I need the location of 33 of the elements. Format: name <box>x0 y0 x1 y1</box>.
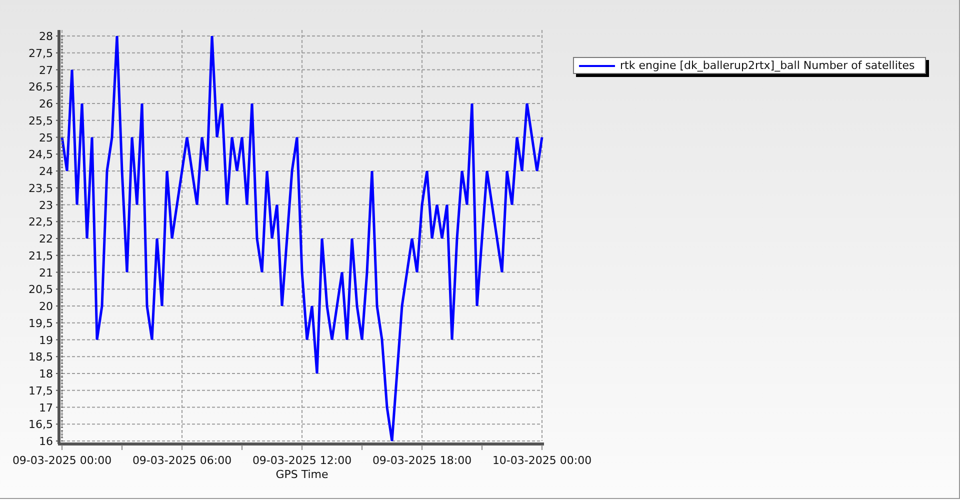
y-tick-label: 21,5 <box>28 249 53 262</box>
x-tick-label: 09-03-2025 12:00 <box>252 454 352 467</box>
y-tick-label: 21 <box>39 266 53 280</box>
y-tick-label: 24 <box>39 165 53 178</box>
y-tick-label: 26,5 <box>28 80 53 94</box>
y-tick-label: 18 <box>39 368 53 380</box>
x-tick-label: 09-03-2025 00:00 <box>12 454 112 467</box>
y-tick-label: 23,5 <box>28 182 53 195</box>
y-tick-label: 27 <box>39 64 53 77</box>
y-tick-label: 19 <box>39 334 53 347</box>
y-tick-label: 24,5 <box>28 148 53 162</box>
y-tick-label: 28 <box>39 30 53 43</box>
y-tick-label: 22 <box>39 232 53 246</box>
y-tick-label: 25 <box>39 131 53 144</box>
y-tick-label: 27,5 <box>28 46 53 60</box>
y-tick-label: 16 <box>39 435 53 448</box>
legend-label: rtk engine [dk_ballerup2rtx]_ball Number of satellites <box>620 59 915 72</box>
y-tick-label: 23 <box>39 198 53 212</box>
y-tick-label: 22,5 <box>28 216 53 229</box>
y-tick-label: 16,5 <box>28 418 53 432</box>
y-tick-label: 25,5 <box>28 114 53 128</box>
line-icon <box>579 64 615 68</box>
x-tick-label: 10-03-2025 00:00 <box>492 454 592 467</box>
y-tick-label: 20 <box>39 300 53 313</box>
y-tick-label: 19,5 <box>28 316 53 330</box>
x-tick-label: 09-03-2025 06:00 <box>132 454 232 467</box>
y-tick-label: 17 <box>39 401 53 414</box>
y-tick-label: 20,5 <box>28 283 53 296</box>
x-tick-label: 09-03-2025 18:00 <box>372 454 472 467</box>
y-tick-label: 17,5 <box>28 384 53 398</box>
x-axis-title: GPS Time <box>276 468 328 481</box>
y-tick-label: 26 <box>39 98 53 110</box>
y-tick-label: 18,5 <box>28 350 53 364</box>
